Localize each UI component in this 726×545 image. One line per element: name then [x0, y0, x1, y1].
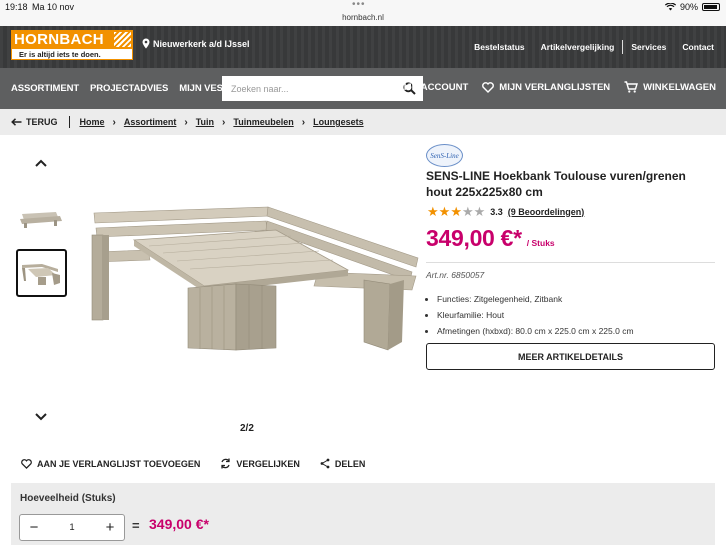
link-services[interactable]: Services: [631, 42, 666, 52]
wifi-icon: [664, 3, 676, 11]
wishlists-label: MIJN VERLANGLIJSTEN: [499, 81, 611, 93]
breadcrumb-tuin[interactable]: Tuin: [196, 117, 214, 127]
user-icon: [379, 81, 391, 93]
product-actions: AAN JE VERLANGLIJST TOEVOEGEN VERGELIJKE…: [21, 458, 365, 469]
quantity-value[interactable]: 1: [48, 522, 96, 533]
account-label: MIJN ACCOUNT: [395, 81, 469, 93]
battery-percent: 90%: [679, 2, 698, 12]
chevron-up-icon[interactable]: [34, 158, 48, 168]
brand-logo[interactable]: SenS-Line: [426, 144, 463, 167]
logo-text: HORNBACH: [14, 31, 104, 48]
add-to-wishlist-button[interactable]: AAN JE VERLANGLIJST TOEVOEGEN: [21, 458, 200, 469]
heart-icon: [21, 458, 32, 469]
cart-link[interactable]: WINKELWAGEN: [624, 81, 716, 93]
cart-label: WINKELWAGEN: [643, 81, 716, 93]
nav-user: MIJN ACCOUNT MIJN VERLANGLIJSTEN WINKELW…: [379, 81, 716, 93]
divider: [622, 40, 624, 54]
status-date: Ma 10 nov: [32, 2, 75, 12]
thumbnail-1[interactable]: [16, 197, 67, 245]
product-price: 349,00 €* / Stuks: [426, 225, 555, 252]
decrease-button[interactable]: −: [20, 519, 48, 536]
product-rating: ★★★★★ 3.3 (9 Beoordelingen): [427, 205, 584, 218]
article-number: Art.nr. 6850057: [426, 270, 485, 280]
equals-sign: =: [132, 518, 140, 533]
location-pin-icon: [142, 38, 150, 49]
store-name: Nieuwerkerk a/d IJssel: [153, 38, 250, 49]
compare-icon: [221, 458, 231, 469]
status-time: 19:18: [5, 2, 28, 12]
logo-tagline: Er is altijd iets te doen.: [11, 49, 133, 60]
total-price: 349,00 €*: [149, 516, 209, 532]
main-nav: ASSORTIMENT PROJECTADVIES MIJN VESTIGING…: [0, 68, 726, 109]
gallery-counter: 2/2: [240, 423, 254, 434]
compare-label: VERGELIJKEN: [236, 458, 300, 469]
breadcrumb-loungesets[interactable]: Loungesets: [313, 117, 364, 127]
nav-menu: ASSORTIMENT PROJECTADVIES MIJN VESTIGING: [11, 83, 255, 94]
nav-assortiment[interactable]: ASSORTIMENT: [11, 83, 79, 94]
price-unit: / Stuks: [526, 238, 555, 248]
wishlist-label: AAN JE VERLANGLIJST TOEVOEGEN: [37, 458, 201, 469]
chevron-down-icon[interactable]: [34, 412, 48, 422]
more-details-button[interactable]: MEER ARTIKELDETAILS: [426, 343, 715, 370]
divider: [426, 262, 715, 263]
compare-button[interactable]: VERGELIJKEN: [220, 458, 300, 469]
nav-projectadvies[interactable]: PROJECTADVIES: [90, 83, 168, 94]
thumbnail-lounge-image: [22, 264, 60, 285]
rating-value: 3.3: [490, 206, 503, 217]
top-links: Bestelstatus Artikelvergelijking Service…: [474, 40, 714, 54]
breadcrumb-assortiment[interactable]: Assortiment: [124, 117, 177, 127]
arrow-left-icon: [11, 118, 22, 126]
feature-item: Kleurfamilie: Hout: [437, 307, 634, 323]
chevron-right-icon: ›: [301, 116, 306, 128]
thumbnail-2[interactable]: [16, 249, 67, 297]
address-bar-url[interactable]: hornbach.nl: [0, 13, 726, 22]
product-title: SENS-LINE Hoekbank Toulouse vuren/grenen…: [426, 169, 686, 199]
link-bestelstatus[interactable]: Bestelstatus: [474, 42, 525, 52]
hornbach-logo[interactable]: HORNBACH Er is altijd iets te doen.: [11, 30, 133, 60]
increase-button[interactable]: +: [96, 519, 124, 536]
cart-icon: [624, 81, 639, 93]
more-dots-icon[interactable]: •••: [352, 0, 366, 10]
rating-stars-icon: ★★★★★: [427, 204, 486, 219]
status-bar: 19:18 Ma 10 nov ••• hornbach.nl 90%: [0, 0, 726, 26]
quantity-panel: Hoeveelheid (Stuks) − 1 + = 349,00 €*: [11, 483, 715, 545]
logo-stripes-icon: [114, 32, 131, 47]
feature-list: Functies: Zitgelegenheid, Zitbank Kleurf…: [437, 291, 634, 339]
share-button[interactable]: DELEN: [320, 458, 366, 469]
quantity-stepper: − 1 +: [19, 514, 125, 541]
breadcrumb-home[interactable]: Home: [80, 117, 105, 127]
account-link[interactable]: MIJN ACCOUNT: [379, 81, 468, 93]
status-right: 90%: [664, 2, 720, 12]
search-input[interactable]: [222, 76, 392, 101]
share-label: DELEN: [334, 458, 366, 469]
share-icon: [320, 458, 330, 469]
chevron-right-icon: ›: [184, 116, 188, 128]
link-contact[interactable]: Contact: [682, 42, 714, 52]
chevron-right-icon: ›: [222, 116, 226, 128]
divider: [68, 116, 70, 128]
chevron-right-icon: ›: [112, 116, 116, 128]
top-header: HORNBACH Er is altijd iets te doen. Nieu…: [0, 26, 726, 68]
product-main-image[interactable]: [86, 200, 420, 360]
battery-icon: [702, 3, 720, 11]
heart-icon: [482, 81, 495, 93]
feature-item: Afmetingen (hxbxd): 80.0 cm x 225.0 cm x…: [437, 323, 634, 339]
thumbnail-bench-image: [20, 212, 62, 228]
reviews-link[interactable]: (9 Beoordelingen): [508, 207, 585, 217]
back-button[interactable]: TERUG: [11, 117, 58, 127]
back-label: TERUG: [26, 117, 58, 127]
feature-item: Functies: Zitgelegenheid, Zitbank: [437, 291, 634, 307]
wishlists-link[interactable]: MIJN VERLANGLIJSTEN: [482, 82, 610, 93]
link-artikelvergelijking[interactable]: Artikelvergelijking: [541, 42, 615, 52]
breadcrumb: TERUG Home › Assortiment › Tuin › Tuinme…: [0, 109, 726, 135]
price-value: 349,00 €*: [426, 225, 522, 251]
store-selector[interactable]: Nieuwerkerk a/d IJssel: [142, 38, 250, 49]
quantity-label: Hoeveelheid (Stuks): [20, 493, 116, 504]
breadcrumb-tuinmeubelen[interactable]: Tuinmeubelen: [233, 117, 293, 127]
